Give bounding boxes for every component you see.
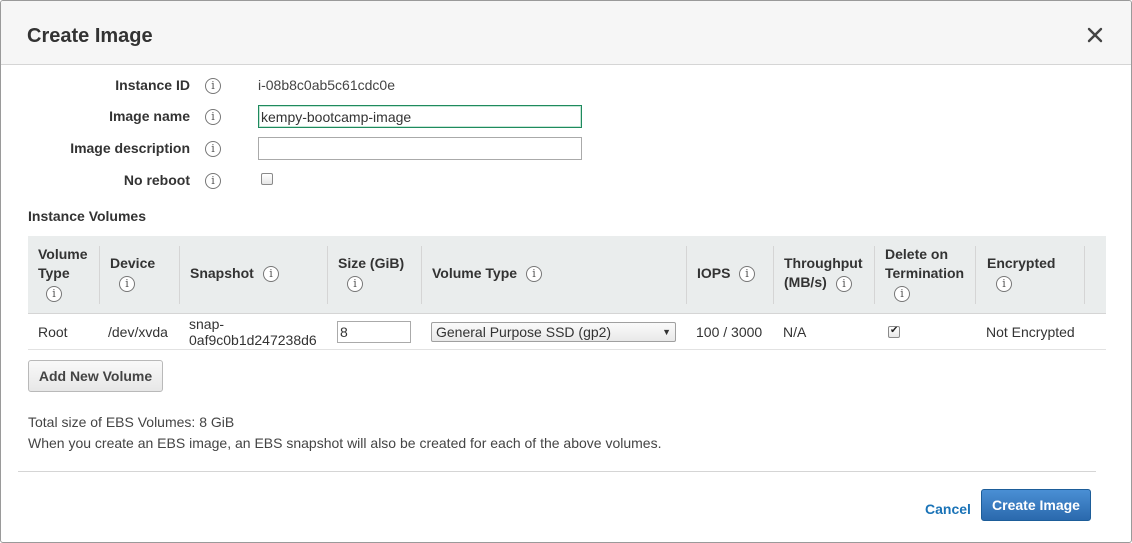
instance-id-info-icon[interactable]: i bbox=[205, 78, 221, 94]
image-name-input[interactable] bbox=[258, 105, 582, 128]
create-image-button[interactable]: Create Image bbox=[981, 489, 1091, 521]
column-divider bbox=[179, 246, 180, 304]
header-device[interactable]: Device bbox=[110, 254, 155, 273]
image-description-input[interactable] bbox=[258, 137, 582, 160]
volume-type-info-icon[interactable]: i bbox=[46, 286, 62, 302]
instance-id-label: Instance ID bbox=[115, 77, 190, 93]
column-divider bbox=[874, 246, 875, 304]
header-throughput-line1: Throughput bbox=[784, 255, 863, 271]
total-size-text: Total size of EBS Volumes: 8 GiB bbox=[28, 414, 235, 430]
image-name-info-icon[interactable]: i bbox=[205, 109, 221, 125]
column-divider bbox=[975, 246, 976, 304]
table-row: Root /dev/xvda snap- 0af9c0b1d247238d6 G… bbox=[28, 314, 1106, 350]
throughput-info-icon[interactable]: i bbox=[836, 276, 852, 292]
cell-device: /dev/xvda bbox=[108, 324, 168, 340]
size-info-icon[interactable]: i bbox=[347, 276, 363, 292]
instance-volumes-title: Instance Volumes bbox=[28, 208, 147, 224]
no-reboot-info-icon[interactable]: i bbox=[205, 173, 221, 189]
dialog-title: Create Image bbox=[27, 25, 153, 47]
encrypted-info-icon[interactable]: i bbox=[996, 276, 1012, 292]
cell-snapshot-line1: snap- bbox=[189, 316, 225, 332]
header-ebs-volume-type[interactable]: Volume Type bbox=[432, 264, 517, 283]
dialog-header: Create Image bbox=[1, 1, 1131, 65]
header-iops[interactable]: IOPS bbox=[697, 264, 730, 283]
header-volume-type-line2: Type bbox=[38, 265, 70, 281]
header-snapshot[interactable]: Snapshot bbox=[190, 264, 254, 283]
column-divider bbox=[773, 246, 774, 304]
header-size[interactable]: Size (GiB) bbox=[338, 254, 404, 273]
cell-snapshot: snap- 0af9c0b1d247238d6 bbox=[189, 316, 317, 348]
cell-iops: 100 / 3000 bbox=[696, 324, 763, 340]
snapshot-info-icon[interactable]: i bbox=[263, 266, 279, 282]
header-encrypted[interactable]: Encrypted bbox=[987, 254, 1055, 273]
table-header: Volume Type i Device i Snapshot i Size (… bbox=[28, 236, 1106, 314]
no-reboot-checkbox[interactable] bbox=[261, 173, 273, 185]
size-input[interactable] bbox=[337, 321, 411, 343]
no-reboot-label: No reboot bbox=[123, 172, 190, 188]
header-delete-line1: Delete on bbox=[885, 246, 949, 262]
chevron-down-icon: ▼ bbox=[662, 327, 671, 337]
header-delete-line2: Termination bbox=[885, 265, 965, 281]
header-delete-on-termination[interactable]: Delete on Termination bbox=[885, 245, 964, 283]
instance-id-value: i-08b8c0ab5c61cdc0e bbox=[258, 77, 395, 93]
ebs-volume-type-info-icon[interactable]: i bbox=[526, 266, 542, 282]
column-divider bbox=[1084, 246, 1085, 304]
cell-volume-type: Root bbox=[38, 324, 68, 340]
cell-encrypted: Not Encrypted bbox=[986, 324, 1075, 340]
image-name-label: Image name bbox=[109, 108, 190, 124]
create-image-dialog: Create Image Instance ID i i-08b8c0ab5c6… bbox=[0, 0, 1132, 543]
image-description-label: Image description bbox=[70, 140, 190, 156]
column-divider bbox=[99, 246, 100, 304]
ebs-snapshot-note: When you create an EBS image, an EBS sna… bbox=[28, 435, 662, 451]
footer-divider bbox=[18, 471, 1096, 472]
cell-snapshot-line2: 0af9c0b1d247238d6 bbox=[189, 332, 317, 348]
device-info-icon[interactable]: i bbox=[119, 276, 135, 292]
header-volume-type-line1: Volume bbox=[38, 246, 88, 262]
image-description-info-icon[interactable]: i bbox=[205, 141, 221, 157]
close-icon[interactable] bbox=[1087, 27, 1105, 45]
volume-type-select[interactable]: General Purpose SSD (gp2) ▼ bbox=[431, 322, 676, 342]
volume-type-select-value: General Purpose SSD (gp2) bbox=[436, 324, 612, 340]
column-divider bbox=[421, 246, 422, 304]
column-divider bbox=[686, 246, 687, 304]
column-divider bbox=[327, 246, 328, 304]
cancel-button[interactable]: Cancel bbox=[925, 501, 971, 517]
add-new-volume-button[interactable]: Add New Volume bbox=[28, 360, 163, 392]
delete-on-termination-info-icon[interactable]: i bbox=[894, 286, 910, 302]
cell-throughput: N/A bbox=[783, 324, 807, 340]
header-volume-type[interactable]: Volume Type bbox=[38, 245, 88, 283]
iops-info-icon[interactable]: i bbox=[739, 266, 755, 282]
delete-on-termination-checkbox[interactable] bbox=[888, 325, 900, 338]
